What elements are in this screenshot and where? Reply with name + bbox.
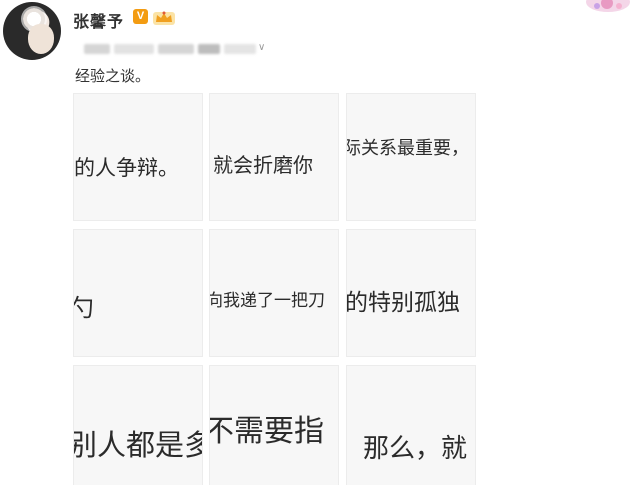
image-tile-text: 勺: [74, 288, 94, 323]
image-tile-text: 那么，就: [363, 434, 468, 464]
decoration-icon: [586, 0, 630, 12]
image-tile-text: 向我递了一把刀: [209, 291, 325, 311]
crown-member-icon[interactable]: [152, 8, 176, 26]
weibo-post: 张馨予 V ∨ 经验之谈。 的人争辩。 就会折磨你 际关系最重要， 勺: [0, 0, 639, 485]
image-tile-8[interactable]: 不需要指: [209, 365, 339, 485]
chevron-down-icon[interactable]: ∨: [258, 42, 265, 54]
username[interactable]: 张馨予: [73, 8, 124, 32]
image-tile-6[interactable]: 的特别孤独: [346, 229, 476, 357]
post-text: 经验之谈。: [75, 67, 151, 85]
image-grid: 的人争辩。 就会折磨你 际关系最重要， 勺 向我递了一把刀 的特别孤独 别人都是…: [73, 93, 479, 485]
image-tile-7[interactable]: 别人都是多: [73, 365, 203, 485]
image-tile-text: 的特别孤独: [346, 290, 460, 316]
post-meta-blurred: [84, 42, 272, 56]
image-tile-text: 别人都是多: [73, 428, 202, 462]
image-tile-text: 就会折磨你: [213, 153, 313, 177]
image-tile-text: 际关系最重要，: [346, 138, 469, 159]
image-tile-1[interactable]: 的人争辩。: [73, 93, 203, 221]
avatar[interactable]: [3, 2, 61, 60]
image-tile-9[interactable]: 那么，就: [346, 365, 476, 485]
image-tile-2[interactable]: 就会折磨你: [209, 93, 339, 221]
avatar-face: [28, 24, 54, 54]
image-tile-text: 的人争辩。: [74, 156, 179, 180]
image-tile-text: 不需要指: [209, 414, 324, 449]
image-tile-5[interactable]: 向我递了一把刀: [209, 229, 339, 357]
verified-icon: V: [133, 9, 148, 24]
image-tile-3[interactable]: 际关系最重要，: [346, 93, 476, 221]
image-tile-4[interactable]: 勺: [73, 229, 203, 357]
